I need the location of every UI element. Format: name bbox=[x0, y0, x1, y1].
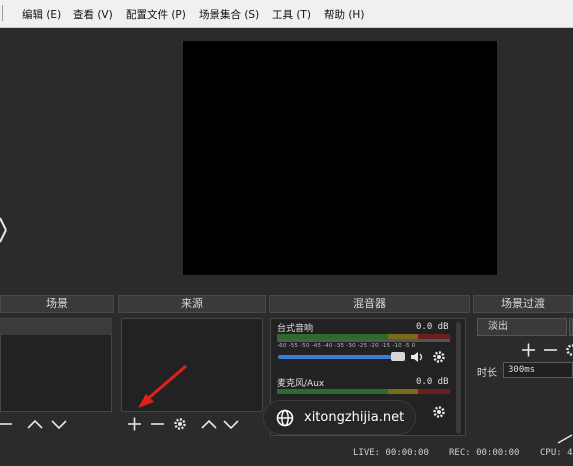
add-transition-button[interactable] bbox=[522, 343, 535, 357]
volume-slider-handle[interactable] bbox=[391, 352, 405, 361]
scenes-dock-title: 场景 bbox=[0, 295, 114, 313]
annotation-arrow bbox=[138, 364, 187, 408]
menu-separator bbox=[2, 5, 3, 21]
sources-dock-title: 来源 bbox=[118, 295, 266, 313]
speaker-icon[interactable] bbox=[410, 350, 424, 364]
gear-icon[interactable] bbox=[432, 350, 446, 364]
mixer-dock-title: 混音器 bbox=[269, 295, 470, 313]
gear-icon[interactable] bbox=[432, 405, 446, 419]
volume-meter-green bbox=[277, 389, 388, 394]
menu-scene-collection[interactable]: 场景集合 (S) bbox=[199, 7, 259, 22]
source-properties-gear-icon[interactable] bbox=[174, 418, 186, 430]
preview-canvas[interactable] bbox=[183, 41, 497, 275]
transitions-toolbar bbox=[522, 343, 573, 357]
sources-toolbar bbox=[128, 417, 239, 431]
menu-bar: 编辑 (E) 查看 (V) 配置文件 (P) 场景集合 (S) 工具 (T) 帮… bbox=[0, 0, 573, 28]
move-scene-down-button[interactable] bbox=[51, 420, 67, 430]
volume-slider[interactable] bbox=[278, 355, 398, 359]
volume-meter-red bbox=[418, 389, 450, 394]
transitions-dock-title: 场景过渡 bbox=[473, 295, 573, 313]
globe-icon bbox=[276, 409, 294, 427]
mixer-channel-db: 0.0 dB bbox=[416, 322, 449, 332]
add-source-button[interactable] bbox=[128, 417, 141, 431]
rec-status: REC: 00:00:00 bbox=[449, 448, 520, 458]
meter-scale: -60 -55 -50 -45 -40 -35 -30 -25 -20 -15 … bbox=[277, 343, 416, 349]
move-source-up-button[interactable] bbox=[201, 419, 217, 429]
partial-glyph bbox=[0, 217, 7, 243]
menu-view[interactable]: 查看 (V) bbox=[73, 7, 113, 22]
move-source-down-button[interactable] bbox=[223, 420, 239, 430]
duration-spinbox[interactable]: 300ms bbox=[503, 362, 573, 378]
menu-tools[interactable]: 工具 (T) bbox=[272, 7, 311, 22]
move-scene-up-button[interactable] bbox=[27, 419, 43, 429]
duration-label: 时长 bbox=[477, 368, 497, 379]
volume-meter-peak bbox=[277, 339, 450, 342]
resize-grip-icon[interactable] bbox=[556, 434, 573, 444]
menu-profile[interactable]: 配置文件 (P) bbox=[126, 7, 186, 22]
menu-help[interactable]: 帮助 (H) bbox=[324, 7, 364, 22]
live-status: LIVE: 00:00:00 bbox=[353, 448, 429, 458]
menu-edit[interactable]: 编辑 (E) bbox=[22, 7, 61, 22]
transition-gear-icon[interactable] bbox=[566, 344, 573, 356]
mixer-channel-name: 台式音响 bbox=[277, 324, 314, 334]
transition-dropdown-edge[interactable] bbox=[569, 318, 573, 336]
cpu-status: CPU: 4 bbox=[540, 448, 573, 458]
mixer-channel-db: 0.0 dB bbox=[416, 377, 449, 387]
watermark-badge: xitongzhijia.net bbox=[263, 400, 416, 435]
volume-meter-yellow bbox=[388, 389, 418, 394]
watermark-text: xitongzhijia.net bbox=[304, 410, 405, 425]
scene-list-item[interactable] bbox=[0, 319, 112, 335]
mixer-channel-name: 麦克风/Aux bbox=[277, 379, 325, 389]
transition-type-select[interactable]: 淡出 bbox=[477, 318, 567, 336]
scenes-toolbar bbox=[0, 419, 67, 430]
mixer-scrollbar[interactable] bbox=[456, 322, 461, 434]
